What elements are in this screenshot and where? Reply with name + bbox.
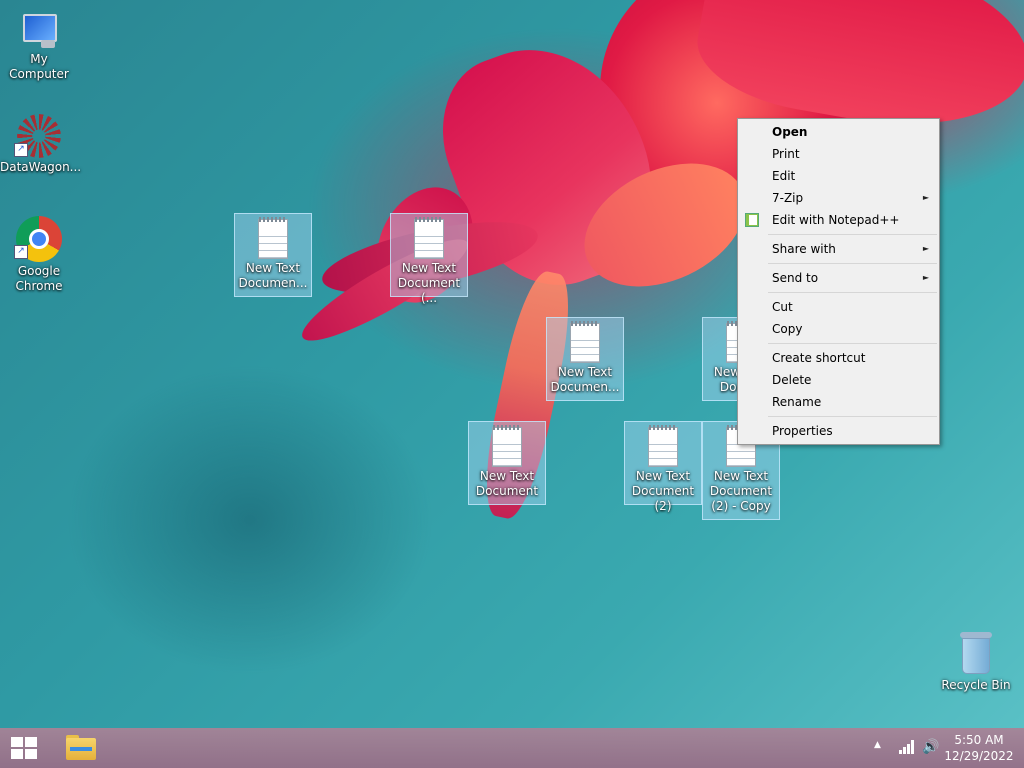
menu-separator xyxy=(768,292,937,293)
notepad-plus-plus-icon xyxy=(745,213,759,227)
desktop-file-icon[interactable]: New Text Documen... xyxy=(234,213,312,297)
menu-item-label: Rename xyxy=(772,395,822,409)
file-label: New Text Documen... xyxy=(238,261,308,290)
menu-item-label: Edit xyxy=(772,169,796,183)
menu-item-rename[interactable]: Rename xyxy=(738,391,939,413)
recycle-bin-icon xyxy=(957,630,995,676)
shortcut-arrow-icon: ↗ xyxy=(14,245,28,259)
menu-item-label: Create shortcut xyxy=(772,351,866,365)
text-document-icon xyxy=(570,321,600,363)
shortcut-arrow-icon: ↗ xyxy=(14,143,28,157)
context-menu: Open Print Edit 7-Zip ► Edit with Notepad… xyxy=(737,118,940,445)
menu-item-label: Share with xyxy=(772,242,836,256)
start-button[interactable] xyxy=(8,735,40,761)
file-label: New Text Document (2) xyxy=(631,469,695,513)
menu-item-send-to[interactable]: Send to ► xyxy=(738,267,939,289)
menu-item-properties[interactable]: Properties xyxy=(738,420,939,442)
desktop-file-icon[interactable]: New Text Document (... xyxy=(390,213,468,305)
menu-separator xyxy=(768,234,937,235)
menu-item-label: Print xyxy=(772,147,800,161)
menu-item-edit-with-notepad[interactable]: Edit with Notepad++ xyxy=(738,209,939,231)
menu-item-7zip[interactable]: 7-Zip ► xyxy=(738,187,939,209)
desktop-file-icon[interactable]: New Text Documen... xyxy=(546,317,624,401)
taskbar: ▲ 🔊 5:50 AM 12/29/2022 xyxy=(0,728,1024,768)
desktop-file-icon[interactable]: New Text Document xyxy=(468,421,546,505)
desktop-icon-my-computer[interactable]: My Computer xyxy=(0,4,78,82)
submenu-arrow-icon: ► xyxy=(922,193,929,202)
volume-icon[interactable]: 🔊 xyxy=(922,740,939,754)
menu-item-label: Properties xyxy=(772,424,833,438)
menu-item-label: Cut xyxy=(772,300,793,314)
menu-item-label: Delete xyxy=(772,373,812,387)
text-document-icon xyxy=(492,425,522,467)
menu-item-open[interactable]: Open xyxy=(738,121,939,143)
submenu-arrow-icon: ► xyxy=(922,244,929,253)
file-label: New Text Document xyxy=(475,469,539,498)
menu-item-create-shortcut[interactable]: Create shortcut xyxy=(738,347,939,369)
submenu-arrow-icon: ► xyxy=(922,273,929,282)
file-label: New Text Documen... xyxy=(550,365,620,394)
file-label: New Text Document (2) - Copy xyxy=(709,469,773,513)
network-icon[interactable] xyxy=(898,740,914,754)
desktop-icon-label: Recycle Bin xyxy=(941,678,1011,692)
file-label: New Text Document (... xyxy=(397,261,461,305)
desktop-icon-datawagon[interactable]: ↗ DataWagon... xyxy=(0,112,82,175)
desktop-icon-label: My Computer xyxy=(9,52,69,81)
menu-item-cut[interactable]: Cut xyxy=(738,296,939,318)
show-hidden-icons-button[interactable]: ▲ xyxy=(874,740,881,750)
menu-item-print[interactable]: Print xyxy=(738,143,939,165)
menu-item-share-with[interactable]: Share with ► xyxy=(738,238,939,260)
clock-date: 12/29/2022 xyxy=(944,749,1014,763)
file-explorer-taskbar-button[interactable] xyxy=(62,732,102,764)
taskbar-clock[interactable]: 5:50 AM 12/29/2022 xyxy=(944,732,1014,764)
menu-item-label: Edit with Notepad++ xyxy=(772,213,900,227)
menu-separator xyxy=(768,343,937,344)
menu-item-copy[interactable]: Copy xyxy=(738,318,939,340)
desktop-icon-label: Google Chrome xyxy=(15,264,63,293)
text-document-icon xyxy=(648,425,678,467)
menu-item-delete[interactable]: Delete xyxy=(738,369,939,391)
text-document-icon xyxy=(258,217,288,259)
menu-item-edit[interactable]: Edit xyxy=(738,165,939,187)
text-document-icon xyxy=(414,217,444,259)
desktop-file-icon[interactable]: New Text Document (2) xyxy=(624,421,702,513)
menu-item-label: Open xyxy=(772,125,808,139)
clock-time: 5:50 AM xyxy=(954,733,1004,747)
computer-icon xyxy=(19,12,59,52)
menu-separator xyxy=(768,416,937,417)
desktop-icon-label: DataWagon... xyxy=(0,160,82,174)
menu-separator xyxy=(768,263,937,264)
desktop-icon-recycle-bin[interactable]: Recycle Bin xyxy=(937,630,1015,693)
menu-item-label: Send to xyxy=(772,271,819,285)
menu-item-label: Copy xyxy=(772,322,803,336)
menu-item-label: 7-Zip xyxy=(772,191,804,205)
desktop-icon-google-chrome[interactable]: ↗ Google Chrome xyxy=(0,214,78,294)
